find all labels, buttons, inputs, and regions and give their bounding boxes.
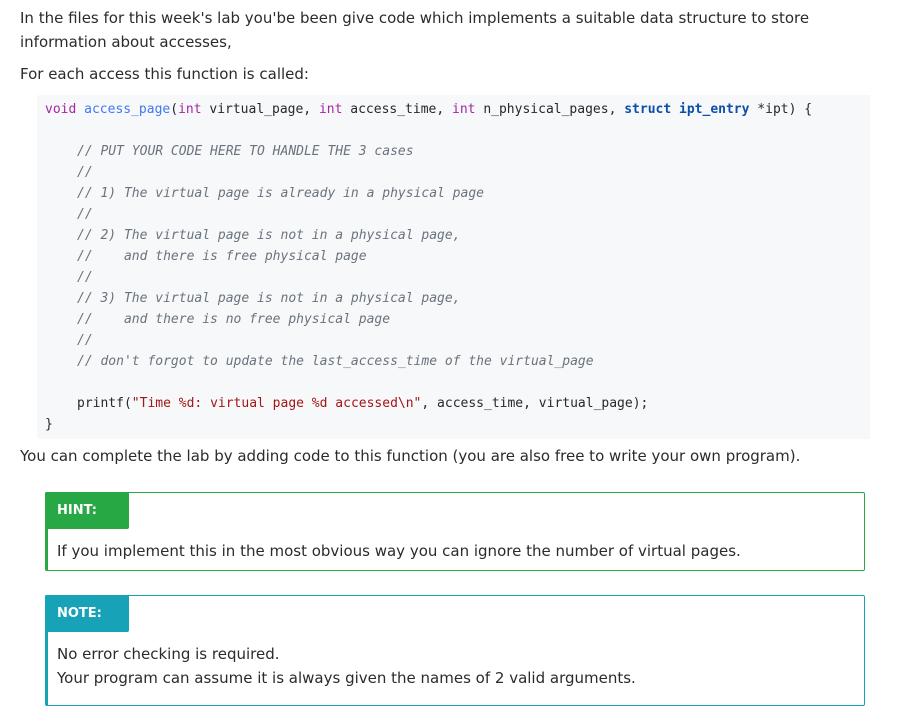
code-keyword-void: void <box>45 102 77 117</box>
code-comment-line: // 2) The virtual page is not in a physi… <box>77 228 461 243</box>
note-box: NOTE: No error checking is required. You… <box>45 595 865 706</box>
code-keyword-struct: struct <box>624 102 672 117</box>
note-title: NOTE: <box>45 595 129 632</box>
code-comment-line: // PUT YOUR CODE HERE TO HANDLE THE 3 ca… <box>77 144 414 159</box>
hint-box: HINT: If you implement this in the most … <box>45 492 865 571</box>
code-comment-line: // don't forgot to update the last_acces… <box>77 354 594 369</box>
code-function-name: access_page <box>84 102 171 117</box>
code-comment-line: // <box>77 165 93 180</box>
note-body: No error checking is required. Your prog… <box>57 642 636 690</box>
code-string-literal: "Time %d: virtual page %d accessed\n" <box>131 396 422 411</box>
code-listing: void access_page(int virtual_page, int a… <box>45 99 812 435</box>
code-param-type: int <box>178 102 202 117</box>
code-comment-line: // and there is free physical page <box>77 249 367 264</box>
code-param-name: n_physical_pages <box>483 102 609 117</box>
code-param-type: int <box>452 102 476 117</box>
code-comment-line: // <box>77 333 93 348</box>
code-printf-args: , access_time, virtual_page); <box>421 396 649 411</box>
code-comment-line: // 3) The virtual page is not in a physi… <box>77 291 461 306</box>
code-printf-fn: printf <box>77 396 124 411</box>
code-param-type: int <box>318 102 343 117</box>
code-param-name: access_time <box>350 102 437 117</box>
function-call-paragraph: For each access this function is called: <box>20 65 309 83</box>
code-comment-line: // 1) The virtual page is already in a p… <box>77 186 484 201</box>
code-comment-line: // <box>77 270 93 285</box>
function-signature: void access_page(int virtual_page, int a… <box>45 102 813 117</box>
note-line: No error checking is required. <box>57 645 280 663</box>
code-close-brace: } <box>45 417 53 432</box>
code-param-name: *ipt <box>757 102 789 117</box>
code-struct-name: ipt_entry <box>679 102 750 117</box>
hint-text: If you implement this in the most obviou… <box>57 542 741 560</box>
code-comment-line: // and there is no free physical page <box>77 312 391 327</box>
code-param-name: virtual_page <box>209 102 304 117</box>
complete-paragraph: You can complete the lab by adding code … <box>20 447 801 465</box>
code-comment-line: // <box>77 207 93 222</box>
intro-paragraph: In the files for this week's lab you'be … <box>20 9 810 51</box>
hint-title: HINT: <box>45 492 129 529</box>
note-line: Your program can assume it is always giv… <box>57 669 636 687</box>
code-printf-line: printf("Time %d: virtual page %d accesse… <box>77 396 649 411</box>
